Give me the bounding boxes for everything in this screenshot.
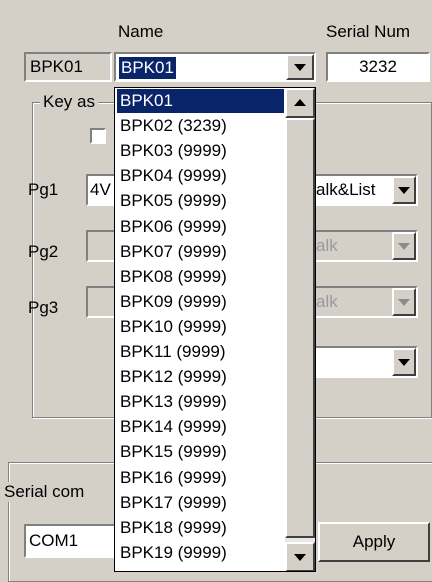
serial-com-group-title: Serial com <box>4 482 87 502</box>
dropdown-scrollbar[interactable] <box>285 88 315 571</box>
scroll-down-button[interactable] <box>285 542 315 571</box>
serial-number-value: 3232 <box>359 57 397 76</box>
dropdown-option[interactable]: BPK11 (9999) <box>117 340 284 364</box>
name-column-header: Name <box>118 22 164 41</box>
dropdown-option[interactable]: BPK15 (9999) <box>117 440 284 464</box>
pg2-mode-select[interactable]: alk <box>314 230 418 262</box>
pg2-label: Pg2 <box>28 242 59 261</box>
extra-select-dropdown-button[interactable] <box>392 348 416 376</box>
com-port-select[interactable]: COM1 <box>24 524 120 558</box>
pg1-label: Pg1 <box>28 180 59 199</box>
dropdown-option[interactable]: BPK12 (9999) <box>117 365 284 389</box>
dropdown-option[interactable]: BPK17 (9999) <box>117 491 284 515</box>
pg1-value-field[interactable]: 4V <box>86 174 116 206</box>
device-id-value: BPK01 <box>30 57 83 76</box>
dropdown-option[interactable]: BPK02 (3239) <box>117 114 284 138</box>
dropdown-option[interactable]: BPK08 (9999) <box>117 265 284 289</box>
pg3-mode-select[interactable]: alk <box>314 286 418 318</box>
dropdown-option[interactable]: BPK19 (9999) <box>117 541 284 565</box>
pg2-mode-dropdown-button[interactable] <box>392 232 416 260</box>
dropdown-option[interactable]: BPK03 (9999) <box>117 139 284 163</box>
pg1-mode-select[interactable]: alk&List <box>314 174 418 206</box>
pg1-mode-dropdown-button[interactable] <box>392 176 416 204</box>
pg3-value-field[interactable] <box>86 286 116 318</box>
pg1-value: 4V <box>90 180 111 199</box>
scroll-thumb[interactable] <box>285 118 315 538</box>
dropdown-option[interactable]: BPK06 (9999) <box>117 215 284 239</box>
apply-button[interactable]: Apply <box>318 522 430 562</box>
name-dropdown-list[interactable]: BPK01 BPK02 (3239) BPK03 (9999) BPK04 (9999… <box>114 87 316 572</box>
com-port-value: COM1 <box>29 531 79 550</box>
dropdown-option[interactable]: BPK04 (9999) <box>117 164 284 188</box>
scroll-up-button[interactable] <box>285 88 315 118</box>
extra-select[interactable] <box>300 346 418 378</box>
dropdown-option[interactable]: BPK09 (9999) <box>117 290 284 314</box>
dropdown-option[interactable]: BPK05 (9999) <box>117 189 284 213</box>
name-combobox-value: BPK01 <box>119 57 176 79</box>
name-combobox-dropdown-button[interactable] <box>286 54 314 80</box>
name-combobox[interactable]: BPK01 <box>114 52 316 82</box>
dropdown-option[interactable]: BPK10 (9999) <box>117 315 284 339</box>
dropdown-option[interactable]: BPK14 (9999) <box>117 415 284 439</box>
dropdown-option[interactable]: BPK07 (9999) <box>117 240 284 264</box>
serial-number-field[interactable]: 3232 <box>326 52 430 82</box>
dropdown-option[interactable]: BPK18 (9999) <box>117 516 284 540</box>
serial-number-column-header: Serial Num <box>326 22 411 41</box>
device-id-field: BPK01 <box>24 52 112 82</box>
pg2-value-field[interactable] <box>86 230 116 262</box>
pg3-mode-dropdown-button[interactable] <box>392 288 416 316</box>
dropdown-option[interactable]: BPK13 (9999) <box>117 390 284 414</box>
dropdown-option[interactable]: BPK01 <box>117 89 284 113</box>
dropdown-option[interactable]: BPK16 (9999) <box>117 466 284 490</box>
key-assign-checkbox[interactable] <box>90 128 106 144</box>
key-group-title: Key as <box>40 92 98 112</box>
pg3-label: Pg3 <box>28 298 59 317</box>
